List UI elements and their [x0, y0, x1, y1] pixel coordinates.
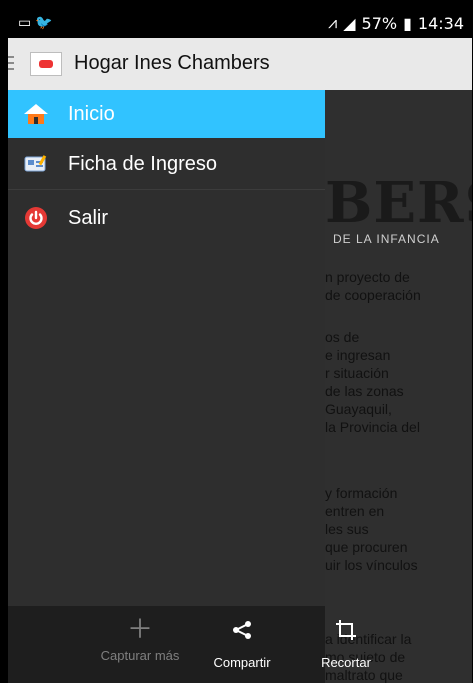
battery-percent: 57% [361, 13, 398, 33]
paragraph-3-line-4: que procuren [325, 539, 408, 555]
drawer-item-salir[interactable]: Salir [8, 194, 325, 242]
paragraph-2-line-2: e ingresan [325, 347, 391, 363]
battery-icon: ▮ [403, 13, 412, 33]
paragraph-1-line-2: de cooperación [325, 287, 421, 303]
paragraph-2: os de e ingresan r situación de las zona… [325, 328, 472, 436]
home-icon [22, 100, 50, 128]
paragraph-2-line-3: r situación [325, 365, 389, 381]
paragraph-3: y formación entren en les sus que procur… [325, 484, 472, 574]
twitter-icon: 🐦 [35, 14, 53, 30]
drawer-item-label: Ficha de Ingreso [68, 152, 217, 175]
image-icon: ▭ [18, 14, 32, 30]
paragraph-2-line-5: Guayaquil, [325, 401, 392, 417]
app-logo [30, 52, 62, 76]
logo-subtext: DE LA INFANCIA [333, 232, 440, 246]
drawer-item-inicio[interactable]: Inicio [8, 90, 325, 138]
time: 14:34 [417, 13, 464, 33]
app-bar: Hogar Ines Chambers [8, 38, 472, 91]
paragraph-3-line-3: les sus [325, 521, 369, 537]
status-left-icons: ▭ 🐦 [18, 14, 53, 31]
crop-button[interactable]: Recortar [298, 618, 394, 670]
capture-more-label: Capturar más [100, 648, 180, 663]
menu-icon[interactable] [8, 56, 14, 70]
paragraph-1: n proyecto de de cooperación [325, 268, 472, 304]
drawer-item-label: Inicio [68, 102, 115, 125]
crop-icon [298, 618, 394, 647]
paragraph-1-line-1: n proyecto de [325, 269, 410, 285]
logo-text: BERS [325, 170, 472, 236]
share-button[interactable]: Compartir [194, 618, 290, 670]
signal-icon: ◢ [343, 13, 356, 33]
drawer-divider [8, 189, 325, 190]
paragraph-2-line-4: de las zonas [325, 383, 404, 399]
paragraph-3-line-1: y formación [325, 485, 398, 501]
status-bar: ▭ 🐦 ⩘ ◢ 57% ▮ 14:34 [8, 8, 472, 38]
plus-icon: ＋ [126, 614, 153, 644]
app-title: Hogar Ines Chambers [74, 52, 270, 74]
paragraph-3-line-2: entren en [325, 503, 385, 519]
paragraph-2-line-6: la Provincia del [325, 419, 420, 435]
drawer-item-ficha[interactable]: Ficha de Ingreso [8, 140, 325, 188]
capture-more-button[interactable]: ＋ Capturar más [92, 614, 188, 663]
screen-frame: ▭ 🐦 ⩘ ◢ 57% ▮ 14:34 Hogar Ines Chambers … [8, 8, 472, 683]
main-content: BERS DE LA INFANCIA n proyecto de de coo… [325, 90, 472, 683]
crop-label: Recortar [321, 655, 371, 670]
paragraph-3-line-5: uir los vínculos [325, 557, 418, 573]
share-icon [194, 618, 290, 647]
form-icon [22, 150, 50, 178]
wifi-icon: ⩘ [328, 13, 338, 32]
status-right: ⩘ ◢ 57% ▮ 14:34 [328, 13, 464, 33]
navigation-drawer: Inicio Ficha de Ingreso Salir [8, 90, 325, 683]
share-label: Compartir [213, 655, 271, 670]
paragraph-2-line-1: os de [325, 329, 360, 345]
power-icon [22, 204, 50, 232]
drawer-item-label: Salir [68, 206, 109, 229]
